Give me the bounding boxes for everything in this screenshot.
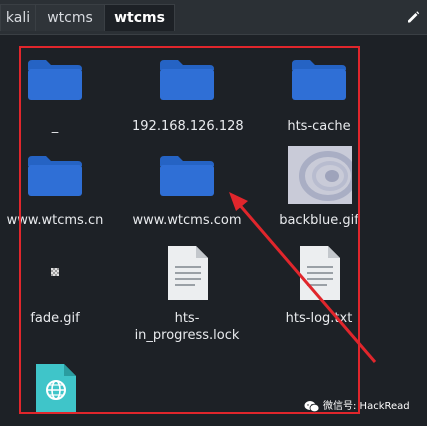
- annotation-arrow: [229, 192, 377, 363]
- wechat-icon: [304, 400, 320, 412]
- watermark-text: 微信号: HackRead: [323, 401, 410, 412]
- watermark: 微信号: HackRead: [304, 397, 410, 413]
